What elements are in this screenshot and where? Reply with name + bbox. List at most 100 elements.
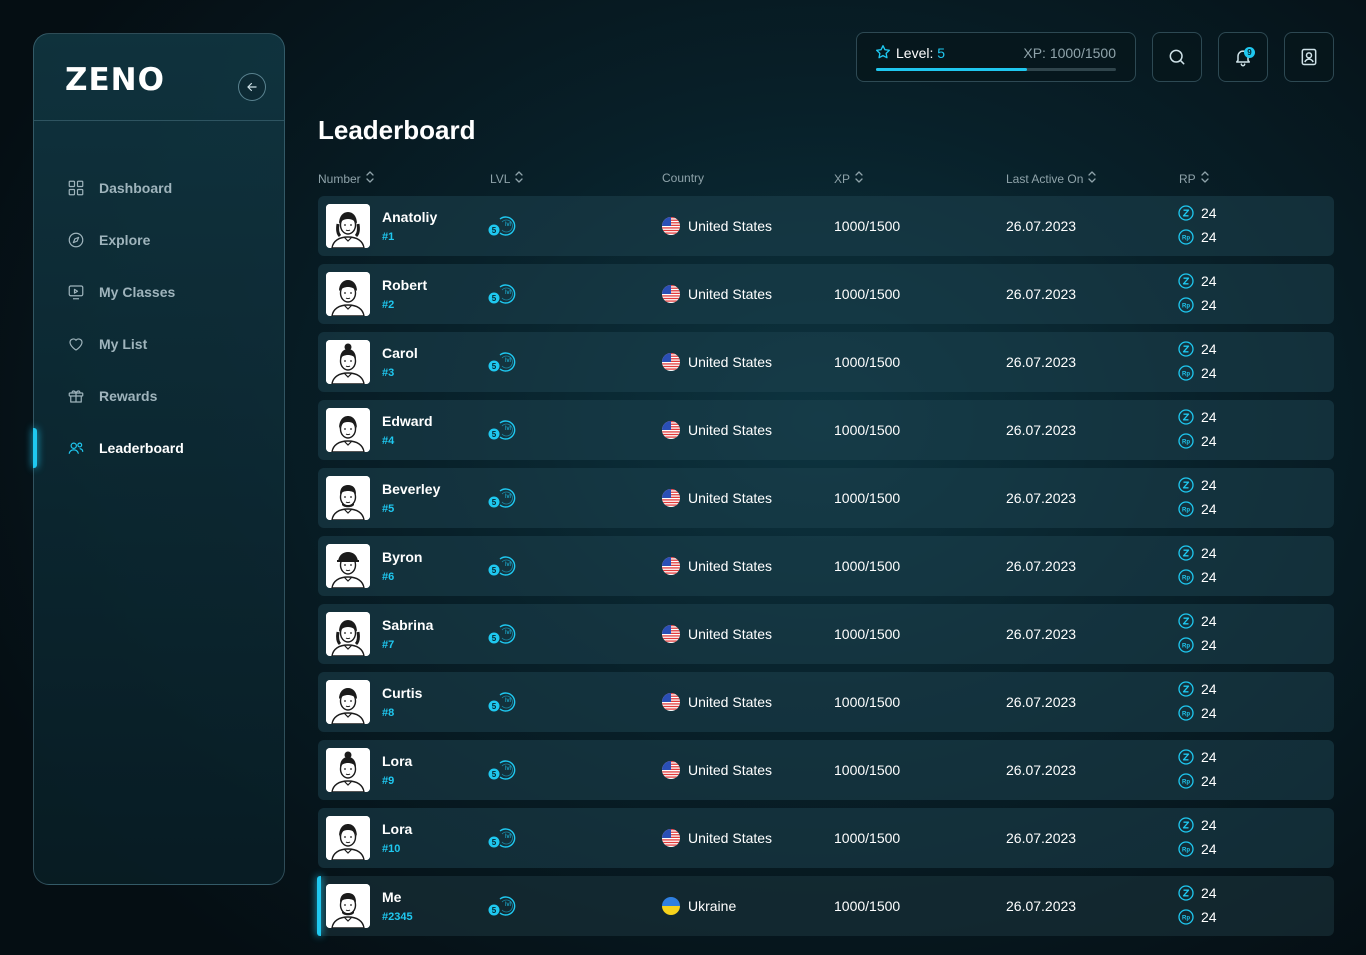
level-badge-text: lvl [505, 426, 511, 432]
country-cell: United States [662, 808, 772, 868]
table-row[interactable]: Robert #2 lvl 5 United States 1000/1500 26.07.… [318, 264, 1334, 324]
player-rank: #7 [382, 639, 395, 651]
table-row[interactable]: Carol #3 lvl 5 United States 1000/1500 26.07.2… [318, 332, 1334, 392]
table-row[interactable]: Curtis #8 lvl 5 United States 1000/1500 26.07.… [318, 672, 1334, 732]
table-row[interactable]: Anatoliy #1 lvl 5 United States 1000/1500 26.0… [318, 196, 1334, 256]
level-label-text: Level: [896, 45, 934, 61]
level-badge-icon: lvl 5 [488, 352, 516, 372]
z-coin-icon [1178, 341, 1194, 357]
level-badge-icon: lvl 5 [488, 420, 516, 440]
table-row[interactable]: Lora #9 lvl 5 United States 1000/1500 26.07.20… [318, 740, 1334, 800]
z-coin-icon [1178, 409, 1194, 425]
level-badge-icon: lvl 5 [488, 624, 516, 644]
player-rank: #2 [382, 299, 395, 311]
gift-icon [66, 386, 86, 406]
level-badge-text: lvl [505, 902, 511, 908]
heart-icon [66, 334, 86, 354]
notifications-button[interactable]: 9 [1218, 32, 1268, 82]
rp-points-value: 24 [1201, 569, 1217, 585]
table-row[interactable]: Beverley #5 lvl 5 United States 1000/1500 26.0… [318, 468, 1334, 528]
flag-icon [662, 421, 680, 439]
rp-points: Rp 24 [1178, 297, 1217, 313]
z-points: 24 [1178, 885, 1217, 901]
points-cell: 24 Rp 24 [1178, 672, 1258, 732]
sidebar-nav: Dashboard Explore My Classes My List Rewards… [33, 162, 284, 474]
z-coin-icon [1178, 749, 1194, 765]
level-progress-card: Level: 5 XP: 1000/1500 [856, 32, 1136, 82]
rp-points: Rp 24 [1178, 705, 1217, 721]
sidebar-item-leaderboard[interactable]: Leaderboard [33, 422, 284, 474]
table-row[interactable]: Lora #10 lvl 5 United States 1000/1500 26.07.2… [318, 808, 1334, 868]
country-name: United States [688, 218, 773, 234]
sidebar-item-label: My List [99, 336, 148, 352]
current-user-row[interactable]: Me #2345 lvl 5 Ukraine 1000/1500 26.07.2023 24 R… [317, 876, 1334, 936]
sort-icon [855, 171, 863, 186]
column-header-last-active-on[interactable]: Last Active On [1006, 171, 1097, 186]
rp-coin-text: Rp [1182, 847, 1190, 853]
column-header-number[interactable]: Number [318, 171, 374, 186]
z-coin-icon [1178, 613, 1194, 629]
z-points: 24 [1178, 409, 1217, 425]
xp-cell: 1000/1500 [834, 490, 901, 506]
level-badge-text: lvl [505, 766, 511, 772]
profile-button[interactable] [1284, 32, 1334, 82]
level-number: 5 [492, 226, 497, 235]
country-cell: United States [662, 400, 772, 460]
column-header-label: LVL [490, 171, 511, 186]
xp-progress-fill [876, 68, 1028, 71]
points-cell: 24 Rp 24 [1178, 468, 1258, 528]
country-name: United States [688, 286, 773, 302]
sidebar-item-dashboard[interactable]: Dashboard [34, 162, 284, 214]
sort-icon [366, 171, 374, 186]
z-coin-icon [1178, 273, 1194, 289]
level-value: 5 [937, 45, 946, 61]
sidebar-item-explore[interactable]: Explore [34, 214, 284, 266]
arrow-left-icon [247, 82, 257, 92]
sort-icon [515, 171, 524, 186]
z-points: 24 [1178, 817, 1217, 833]
collapse-sidebar-button[interactable] [238, 73, 266, 101]
column-header-label: XP [834, 171, 851, 186]
level-number: 5 [492, 702, 497, 711]
xp-cell: 1000/1500 [834, 626, 901, 642]
flag-icon [662, 285, 680, 303]
player-name: Me [382, 889, 402, 905]
column-header-label: Number [318, 171, 361, 186]
table-row[interactable]: Byron #6 lvl 5 United States 1000/1500 26.07.2… [318, 536, 1334, 596]
z-points-value: 24 [1201, 205, 1217, 221]
z-points-value: 24 [1201, 681, 1217, 697]
sidebar-item-my-list[interactable]: My List [34, 318, 284, 370]
avatar [326, 476, 370, 520]
search-button[interactable] [1152, 32, 1202, 82]
sidebar-item-rewards[interactable]: Rewards [34, 370, 284, 422]
compass-icon [66, 230, 86, 250]
player-name: Byron [382, 549, 423, 565]
level-badge-text: lvl [505, 358, 511, 364]
flag-icon [662, 693, 680, 711]
rp-coin-text: Rp [1182, 643, 1190, 649]
column-header-rp[interactable]: RP [1179, 171, 1209, 186]
rp-points-value: 24 [1201, 841, 1217, 857]
rp-points-value: 24 [1201, 705, 1217, 721]
column-header-label: Country [662, 171, 705, 185]
avatar [326, 884, 370, 928]
table-row[interactable]: Edward #4 lvl 5 United States 1000/1500 26.07.… [318, 400, 1334, 460]
app-logo[interactable]: ZENO [65, 62, 165, 98]
last-active-cell: 26.07.2023 [1006, 558, 1077, 574]
flag-icon [662, 353, 680, 371]
rp-coin-icon: Rp [1178, 365, 1194, 381]
z-points: 24 [1178, 613, 1217, 629]
column-header-label: RP [1179, 171, 1196, 186]
sidebar-item-label: Rewards [99, 388, 158, 404]
z-points: 24 [1178, 205, 1217, 221]
rp-points: Rp 24 [1178, 637, 1217, 653]
level-number: 5 [492, 362, 497, 371]
player-name: Edward [382, 413, 433, 429]
level-badge-icon: lvl 5 [488, 828, 516, 848]
table-row[interactable]: Sabrina #7 lvl 5 United States 1000/1500 26.07… [318, 604, 1334, 664]
sidebar-item-my-classes[interactable]: My Classes [34, 266, 284, 318]
column-header-xp[interactable]: XP [834, 171, 863, 186]
country-cell: United States [662, 740, 772, 800]
rp-coin-icon: Rp [1178, 637, 1194, 653]
column-header-lvl[interactable]: LVL [490, 171, 524, 186]
